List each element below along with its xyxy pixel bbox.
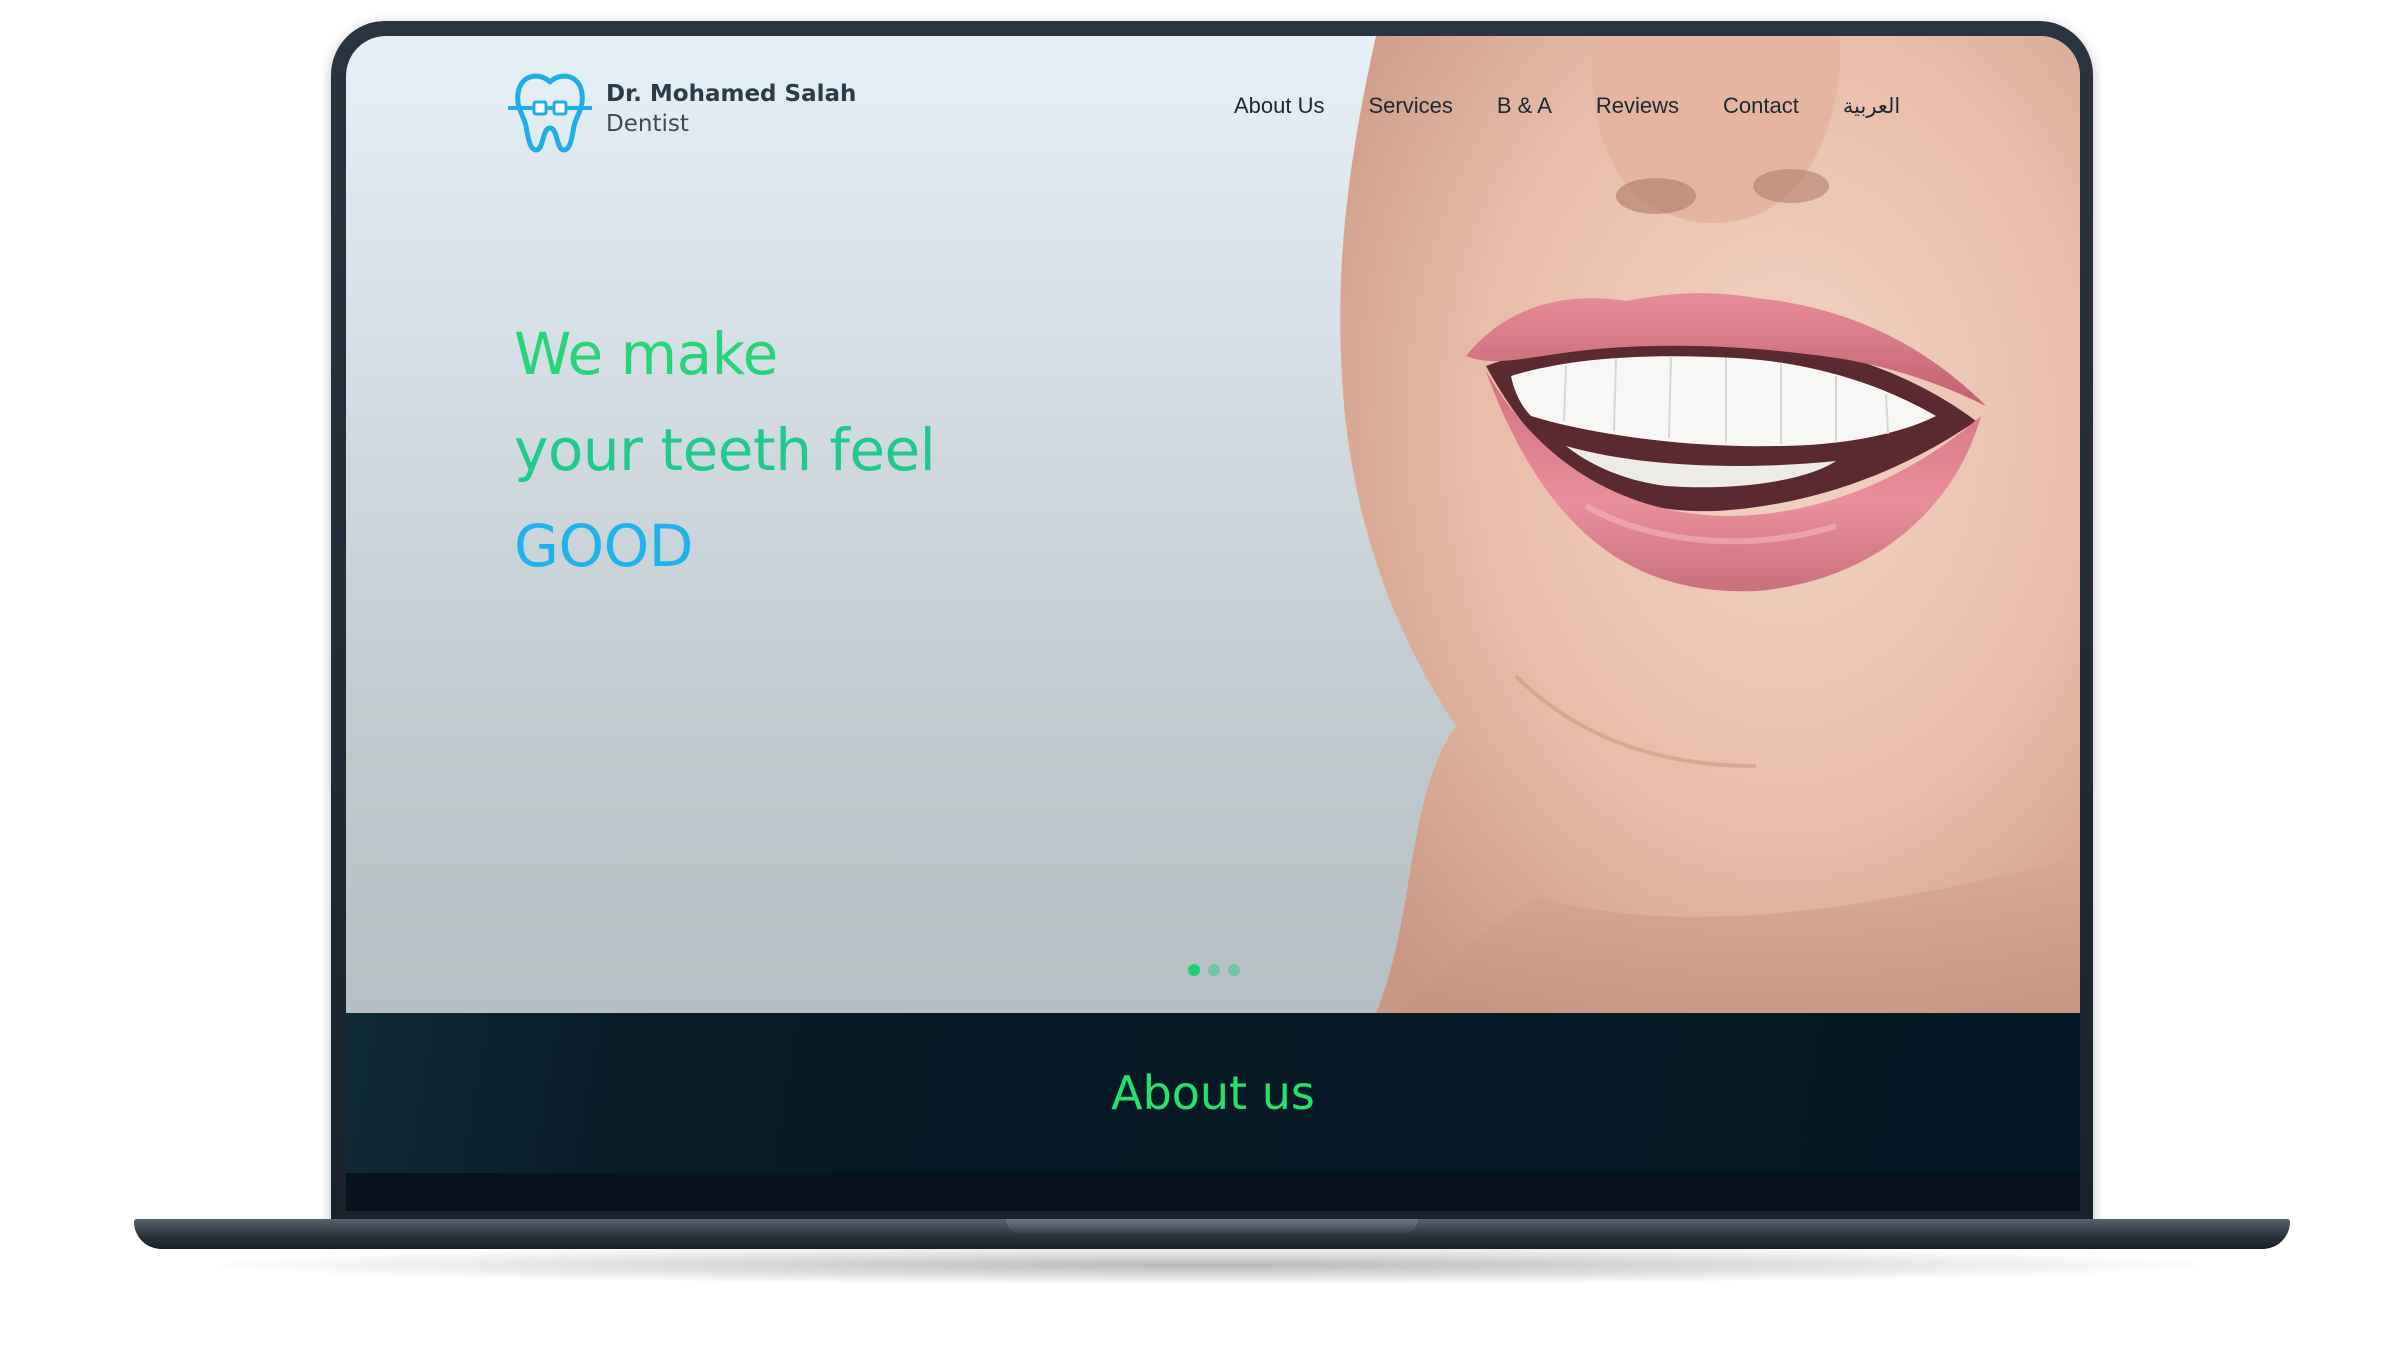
hero-headline-line-2: your teeth feel: [514, 416, 936, 484]
laptop-screen: Dr. Mohamed Salah Dentist About Us Servi…: [346, 36, 2080, 1211]
slider-dots: [1188, 964, 1240, 976]
nav-before-after[interactable]: B & A: [1497, 93, 1552, 119]
next-section-edge: [346, 1173, 2080, 1211]
nav-contact[interactable]: Contact: [1723, 93, 1799, 119]
laptop-hinge-notch: [1006, 1219, 1418, 1233]
hero-headline: We make your teeth feel GOOD: [514, 306, 936, 594]
nav-services[interactable]: Services: [1369, 93, 1453, 119]
slider-dot-3[interactable]: [1228, 964, 1240, 976]
slider-dot-1[interactable]: [1188, 964, 1200, 976]
laptop-shadow: [180, 1245, 2240, 1285]
about-section: About us: [346, 1013, 2080, 1173]
brand-name: Dr. Mohamed Salah: [606, 81, 857, 108]
hero-headline-line-1: We make: [514, 320, 778, 388]
hero-headline-line-3: GOOD: [514, 512, 693, 580]
language-switch-link[interactable]: العربية: [1843, 94, 1900, 118]
brand-logo-block[interactable]: Dr. Mohamed Salah Dentist: [504, 64, 856, 156]
hero-section: Dr. Mohamed Salah Dentist About Us Servi…: [346, 36, 2080, 1013]
nav-about-us[interactable]: About Us: [1234, 93, 1325, 119]
main-nav: About Us Services B & A Reviews Contact …: [1234, 93, 1900, 119]
about-section-title: About us: [1111, 1066, 1315, 1120]
laptop-mockup: Dr. Mohamed Salah Dentist About Us Servi…: [0, 0, 2400, 1350]
tooth-braces-icon: [508, 73, 592, 153]
smile-photo: [1340, 36, 2080, 1013]
nav-reviews[interactable]: Reviews: [1596, 93, 1679, 119]
brand-subtitle: Dentist: [606, 111, 689, 137]
slider-dot-2[interactable]: [1208, 964, 1220, 976]
